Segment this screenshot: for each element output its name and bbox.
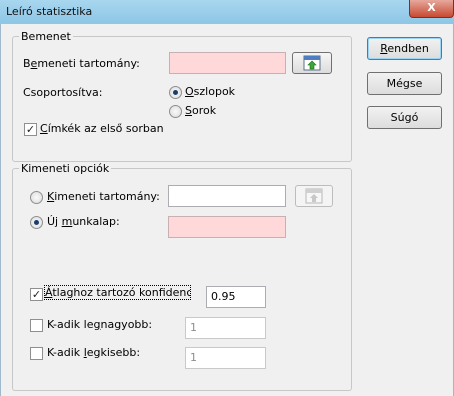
labels-rest: ímkék az első sorban bbox=[47, 122, 164, 135]
columns-radio[interactable] bbox=[169, 86, 182, 99]
confidence-checkbox[interactable]: ✓ bbox=[30, 288, 43, 301]
ok-button[interactable]: Rendben bbox=[367, 37, 442, 60]
output-range-label[interactable]: Kimeneti tartomány: bbox=[47, 190, 160, 203]
kth-largest-checkbox[interactable] bbox=[30, 319, 43, 332]
new-sheet-accel: m bbox=[61, 215, 73, 228]
rows-radio-label[interactable]: Sorok bbox=[185, 104, 216, 117]
columns-radio-label[interactable]: Oszlopok bbox=[185, 85, 235, 98]
range-select-icon bbox=[305, 188, 323, 204]
new-sheet-field[interactable] bbox=[168, 216, 286, 238]
output-group-legend: Kimeneti opciók bbox=[21, 162, 110, 175]
cancel-button[interactable]: Mégse bbox=[367, 72, 442, 95]
range-select-icon bbox=[303, 55, 321, 71]
help-button[interactable]: Súgó bbox=[367, 106, 442, 129]
kth-largest-pre: K-adik le bbox=[47, 318, 94, 331]
kth-smallest-pre: K-adik bbox=[47, 346, 84, 359]
kth-smallest-checkbox[interactable] bbox=[30, 347, 43, 360]
title-bar: Leíró statisztika X bbox=[0, 0, 454, 24]
confidence-label[interactable]: Átlaghoz tartozó konfidencia bbox=[44, 285, 191, 300]
input-range-label-pre: B bbox=[23, 57, 31, 70]
window-title: Leíró statisztika bbox=[6, 5, 93, 18]
new-sheet-radio[interactable] bbox=[30, 216, 43, 229]
ok-rest: endben bbox=[387, 42, 429, 55]
rows-rest: orok bbox=[191, 104, 217, 117]
dialog-body: Bemenet Bemeneti tartomány: Csoportosítv… bbox=[0, 24, 454, 396]
input-range-label-post: meneti tartomány: bbox=[37, 57, 140, 70]
input-range-field[interactable] bbox=[169, 52, 286, 74]
kth-largest-post: nagyobb: bbox=[100, 318, 153, 331]
new-sheet-post: unkalap: bbox=[72, 215, 120, 228]
output-range-select-button[interactable] bbox=[295, 185, 333, 207]
columns-accel: O bbox=[185, 85, 194, 98]
kth-smallest-label[interactable]: K-adik legkisebb: bbox=[47, 346, 140, 359]
input-range-select-button[interactable] bbox=[292, 52, 332, 74]
labels-first-row-checkbox[interactable]: ✓ bbox=[24, 123, 37, 136]
kth-largest-label[interactable]: K-adik legnagyobb: bbox=[47, 318, 152, 331]
confidence-field[interactable]: 0.95 bbox=[206, 286, 266, 308]
columns-rest: szlopok bbox=[193, 85, 236, 98]
input-group-legend: Bemenet bbox=[21, 30, 71, 43]
output-range-field[interactable] bbox=[168, 185, 286, 207]
input-range-label: Bemeneti tartomány: bbox=[23, 57, 140, 70]
close-icon: X bbox=[427, 1, 436, 14]
output-range-rest: imeneti tartomány: bbox=[54, 190, 160, 203]
labels-first-row-label[interactable]: Címkék az első sorban bbox=[40, 122, 164, 135]
kth-smallest-field[interactable]: 1 bbox=[185, 347, 266, 369]
grouped-by-label: Csoportosítva: bbox=[23, 86, 103, 99]
confidence-rest: tlaghoz tartozó konfidencia bbox=[52, 286, 190, 299]
new-sheet-pre: Új bbox=[47, 215, 62, 228]
new-sheet-label[interactable]: Új munkalap: bbox=[47, 215, 120, 228]
kth-largest-field[interactable]: 1 bbox=[185, 317, 266, 339]
labels-accel: C bbox=[40, 122, 48, 135]
close-button[interactable]: X bbox=[409, 0, 454, 18]
rows-accel: S bbox=[185, 104, 192, 117]
kth-smallest-post: egkisebb: bbox=[86, 346, 141, 359]
output-range-radio[interactable] bbox=[30, 191, 43, 204]
rows-radio[interactable] bbox=[169, 105, 182, 118]
